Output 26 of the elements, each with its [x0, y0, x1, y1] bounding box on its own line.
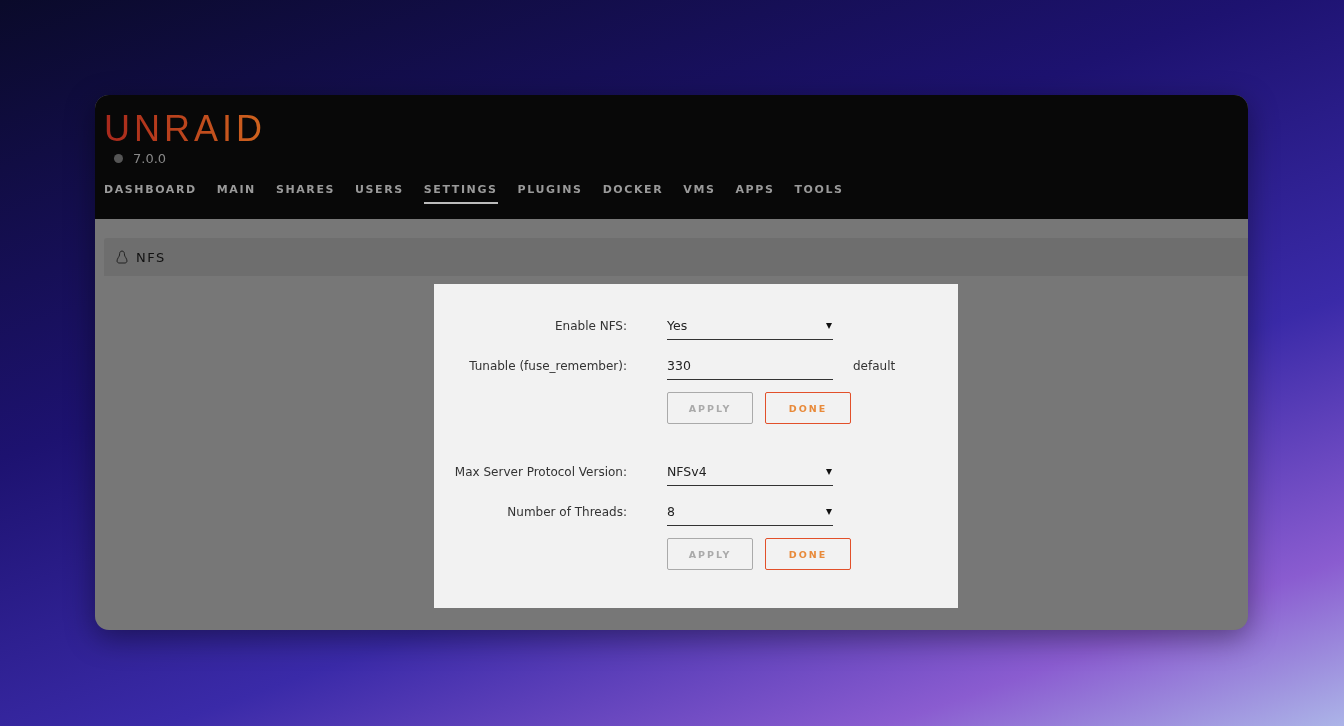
field-label: Max Server Protocol Version: [453, 465, 627, 479]
nav-tab[interactable]: VMS [683, 183, 716, 204]
dropdown-field[interactable]: 8 [667, 498, 833, 526]
nav-tab[interactable]: SHARES [275, 183, 336, 204]
dropdown-field[interactable]: NFSv4 [667, 458, 833, 486]
nav-tab[interactable]: SETTINGS [423, 183, 498, 204]
nav-tab[interactable]: USERS [355, 183, 404, 204]
nav-tab[interactable]: DASHBOARD [104, 183, 197, 204]
field-note: default [853, 359, 896, 373]
penguin-icon [116, 250, 128, 264]
field-label: Enable NFS: [553, 319, 627, 333]
section-title: NFS [136, 249, 166, 265]
caret-icon [826, 322, 832, 329]
field-label: Number of Threads: [506, 505, 627, 519]
dropdown-field[interactable]: Yes [667, 312, 833, 340]
status-dot-icon [114, 154, 123, 163]
nav-tab[interactable]: PLUGINS [517, 183, 583, 204]
nav-tab[interactable]: DOCKER [602, 183, 664, 204]
nav-tab[interactable]: MAIN [216, 183, 256, 204]
version-text: 7.0.0 [133, 151, 167, 166]
caret-icon [826, 468, 832, 475]
nav-tab[interactable]: APPS [735, 183, 775, 204]
nav-tab[interactable]: TOOLS [794, 183, 844, 204]
caret-icon [826, 508, 832, 515]
input-field[interactable]: 330 [667, 352, 833, 380]
field-label: Tunable (fuse_remember): [468, 359, 627, 373]
